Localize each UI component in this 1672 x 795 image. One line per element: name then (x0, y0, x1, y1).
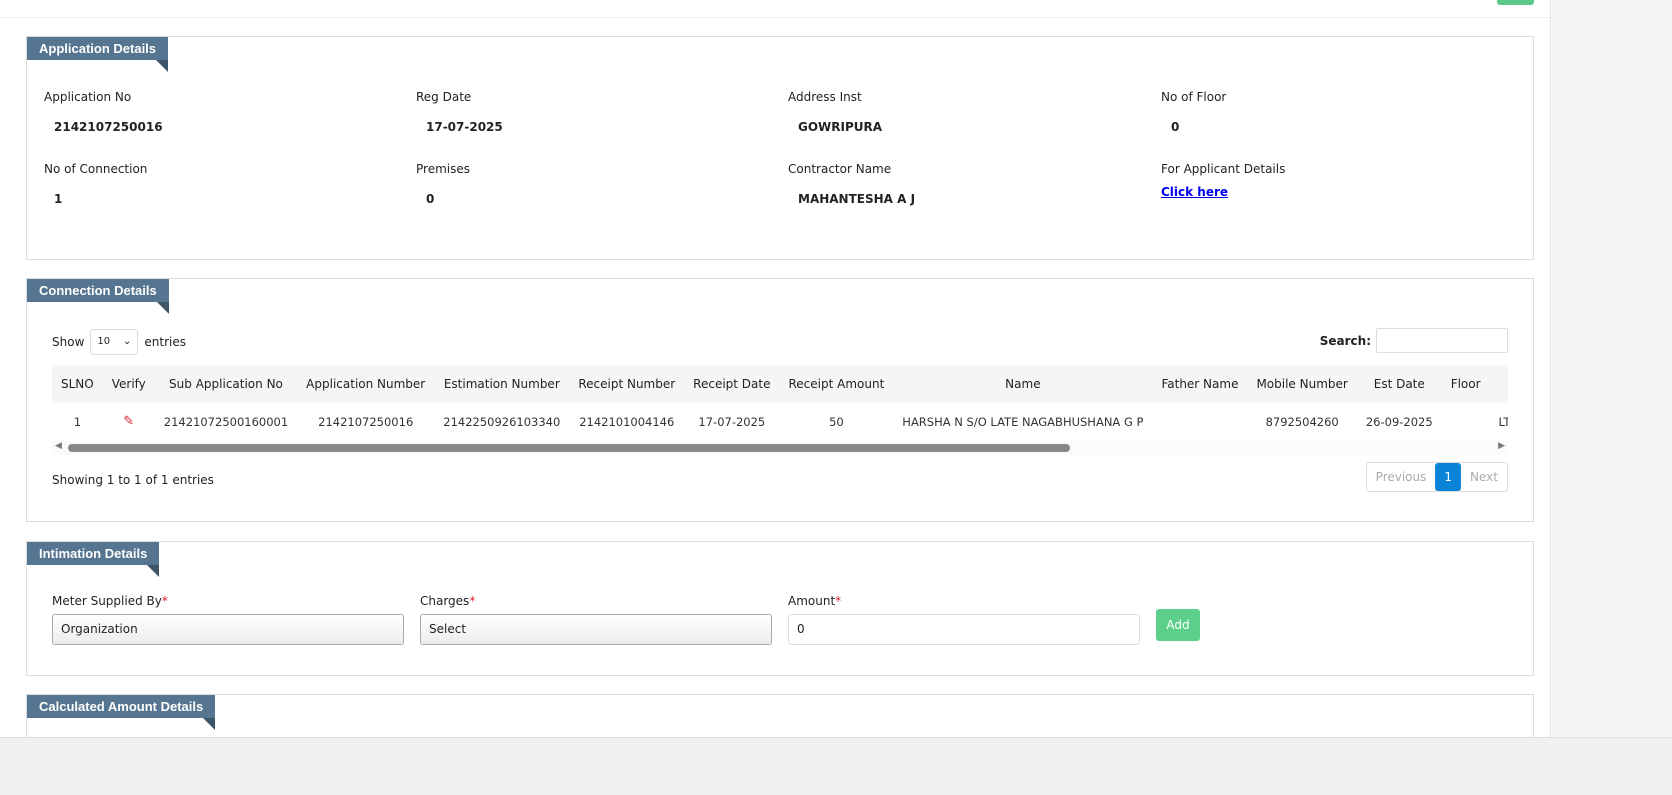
connection-table: SLNO Verify Sub Application No Application … (52, 365, 1508, 442)
chevron-down-icon: ⌄ (123, 336, 132, 347)
label: Meter Supplied By (52, 594, 162, 608)
table-cell: 50 (779, 403, 894, 442)
column-header[interactable]: Name (893, 365, 1153, 403)
column-header[interactable]: Verify (102, 365, 155, 403)
column-header[interactable]: Receipt Date (684, 365, 780, 403)
horizontal-scrollbar[interactable]: ◀ ▶ (52, 441, 1508, 455)
value: 1 (54, 192, 63, 206)
previous-button[interactable]: Previous (1367, 463, 1436, 491)
top-bar (0, 0, 1550, 18)
table-cell (1152, 403, 1248, 442)
top-action-button[interactable] (1497, 0, 1534, 5)
column-header[interactable]: Mobile Number (1247, 365, 1357, 403)
label: Address Inst (788, 90, 862, 104)
label: No of Floor (1161, 90, 1227, 104)
search-label: Search: (1319, 333, 1371, 348)
table-cell: 8792504260 (1247, 403, 1357, 442)
amount-field: Amount* 0 (788, 594, 1140, 645)
application-no-field: Application No 2142107250016 (44, 90, 163, 134)
column-header[interactable]: Sub Application No (154, 365, 298, 403)
meter-supplied-field: Meter Supplied By* Organization (52, 594, 404, 645)
label: Charges (420, 594, 470, 608)
table-cell: HARSHA N S/O LATE NAGABHUSHANA G P (893, 403, 1153, 442)
column-header[interactable]: Receipt Number (569, 365, 685, 403)
value: 17-07-2025 (426, 120, 503, 134)
value: 0 (1171, 120, 1180, 134)
label: Amount (788, 594, 836, 608)
column-header[interactable]: Receipt Amount (779, 365, 894, 403)
intimation-details-panel: Intimation Details Meter Supplied By* Or… (26, 541, 1534, 676)
label: For Applicant Details (1161, 162, 1286, 176)
table-cell: 17-07-2025 (684, 403, 780, 442)
premises-field: Premises 0 (416, 162, 470, 206)
scroll-left-icon[interactable]: ◀ (55, 441, 62, 451)
panel-title: Connection Details (27, 279, 169, 314)
column-header[interactable]: Application Number (297, 365, 435, 403)
connection-details-panel: Connection Details Show 10 ⌄ entries Sear… (26, 278, 1534, 522)
page-1-button[interactable]: 1 (1435, 463, 1462, 491)
verify-edit-icon[interactable]: ✎ (102, 403, 155, 442)
application-details-panel: Application Details Application No 214210… (26, 36, 1534, 260)
page-size-value: 10 (97, 336, 111, 347)
panel-title: Intimation Details (27, 542, 160, 577)
label: Reg Date (416, 90, 472, 104)
next-button[interactable]: Next (1461, 463, 1507, 491)
page-size-select[interactable]: 10 ⌄ (90, 329, 139, 355)
column-header[interactable]: SLNO (52, 365, 103, 403)
show-label: Show (52, 335, 85, 349)
panel-title: Application Details (27, 37, 169, 72)
label: No of Connection (44, 162, 148, 176)
click-here-link[interactable]: Click here (1161, 185, 1285, 199)
table-row: 1 ✎ 21421072500160001 2142107250016 21422509… (52, 403, 1508, 442)
value: 2142107250016 (54, 120, 163, 134)
page-horizontal-scrollbar[interactable] (0, 737, 1672, 795)
table-cell: 2142250926103340 (434, 403, 570, 442)
table-info: Showing 1 to 1 of 1 entries (52, 473, 214, 487)
reg-date-field: Reg Date 17-07-2025 (416, 90, 503, 134)
column-header[interactable]: Floor (1441, 365, 1490, 403)
floor-field: No of Floor 0 (1161, 90, 1226, 134)
required-mark: * (469, 594, 476, 608)
table-cell: 26-09-2025 (1356, 403, 1442, 442)
table-header-row: SLNO Verify Sub Application No Application … (52, 365, 1508, 403)
amount-input[interactable]: 0 (788, 614, 1140, 645)
value: 0 (426, 192, 435, 206)
value: GOWRIPURA (798, 120, 883, 134)
panel-title: Calculated Amount Details (27, 695, 216, 730)
page-size-control: Show 10 ⌄ entries (52, 329, 186, 355)
search-input[interactable] (1376, 328, 1508, 353)
right-gutter (1550, 0, 1672, 795)
search-control: Search: (1320, 328, 1508, 353)
charges-select[interactable]: Select (420, 614, 772, 645)
meter-supplied-select[interactable]: Organization (52, 614, 404, 645)
applicant-details-field: For Applicant Details Click here (1161, 162, 1285, 199)
column-header[interactable]: Father Name (1152, 365, 1248, 403)
scroll-right-icon[interactable]: ▶ (1498, 441, 1505, 451)
address-field: Address Inst GOWRIPURA (788, 90, 882, 134)
column-header[interactable]: Est Date (1356, 365, 1442, 403)
label: Premises (416, 162, 470, 176)
table-cell: 21421072500160001 (154, 403, 298, 442)
table-cell (1441, 403, 1490, 442)
table-cell: 2142101004146 (569, 403, 685, 442)
scrollbar-thumb[interactable] (68, 444, 1070, 452)
table-cell: LT4A(UM) (1489, 403, 1508, 442)
connection-count-field: No of Connection 1 (44, 162, 147, 206)
column-header[interactable]: Estimation Number (434, 365, 570, 403)
value: MAHANTESHA A J (798, 192, 916, 206)
edit-icon[interactable]: ✎ (123, 414, 134, 429)
required-mark: * (161, 594, 168, 608)
contractor-field: Contractor Name MAHANTESHA A J (788, 162, 915, 206)
table-cell: 1 (52, 403, 103, 442)
table-cell: 2142107250016 (297, 403, 435, 442)
pagination: Previous 1 Next (1365, 462, 1508, 492)
required-mark: * (835, 594, 842, 608)
entries-label: entries (144, 335, 186, 349)
add-button[interactable]: Add (1156, 609, 1200, 641)
label: Application No (44, 90, 132, 104)
label: Contractor Name (788, 162, 892, 176)
column-header[interactable]: Tariff (1489, 365, 1508, 403)
charges-field: Charges* Select (420, 594, 772, 645)
